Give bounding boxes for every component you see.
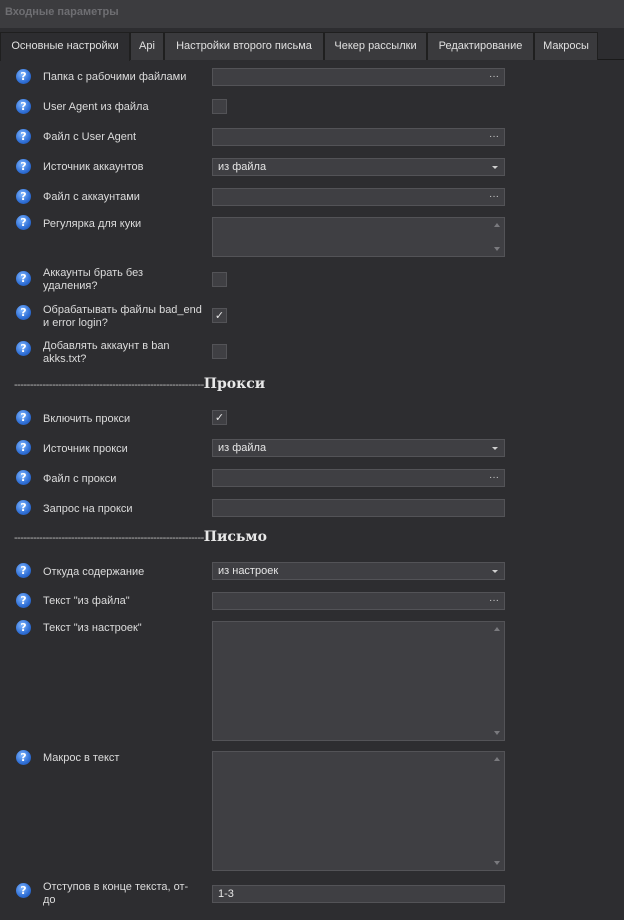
proxy-source-select[interactable]: из файла: [212, 439, 505, 457]
help-icon[interactable]: ?: [16, 620, 31, 635]
section-divider: ----------------------------------------…: [14, 532, 204, 544]
help-icon[interactable]: ?: [16, 750, 31, 765]
accounts-file-label: Файл с аккаунтами: [43, 191, 140, 203]
tab-api[interactable]: Api: [130, 32, 164, 60]
tab-editing[interactable]: Редактирование: [427, 32, 534, 60]
macro-in-text-label: Макрос в текст: [43, 752, 120, 764]
help-icon[interactable]: ?: [16, 500, 31, 515]
content-source-label: Откуда содержание: [43, 566, 145, 578]
help-icon[interactable]: ?: [16, 410, 31, 425]
tab-macros[interactable]: Макросы: [534, 32, 598, 60]
help-icon[interactable]: ?: [16, 159, 31, 174]
cookie-regex-textarea[interactable]: [212, 217, 505, 257]
work-folder-label: Папка с рабочими файлами: [43, 71, 187, 83]
tab-bar: Основные настройки Api Настройки второго…: [0, 32, 624, 61]
accounts-no-delete-checkbox[interactable]: [212, 272, 227, 287]
ua-file-input[interactable]: ···: [212, 128, 505, 146]
proxy-section-header: ----------------------------------------…: [14, 376, 614, 392]
help-icon[interactable]: ?: [16, 189, 31, 204]
scroll-down-icon[interactable]: [494, 247, 500, 251]
scroll-up-icon[interactable]: [494, 223, 500, 227]
proxy-file-input[interactable]: ···: [212, 469, 505, 487]
macro-in-text-textarea[interactable]: [212, 751, 505, 871]
proxy-request-label: Запрос на прокси: [43, 503, 133, 515]
accounts-no-delete-label: Аккаунты брать без удаления?: [43, 267, 143, 292]
add-to-ban-label: Добавлять аккаунт в ban akks.txt?: [43, 340, 170, 365]
help-icon[interactable]: ?: [16, 99, 31, 114]
text-from-file-input[interactable]: ···: [212, 592, 505, 610]
content-source-value: из настроек: [218, 565, 279, 577]
window-title: Входные параметры: [0, 0, 624, 28]
proxy-source-value: из файла: [218, 442, 267, 454]
accounts-source-value: из файла: [218, 161, 267, 173]
help-icon[interactable]: ?: [16, 341, 31, 356]
browse-button[interactable]: ···: [489, 69, 499, 85]
help-icon[interactable]: ?: [16, 563, 31, 578]
letter-section-title: Письмо: [203, 529, 267, 545]
proxy-file-label: Файл с прокси: [43, 473, 117, 485]
help-icon[interactable]: ?: [16, 129, 31, 144]
proxy-source-label: Источник прокси: [43, 443, 128, 455]
help-icon[interactable]: ?: [16, 440, 31, 455]
enable-proxy-label: Включить прокси: [43, 413, 131, 425]
tab-main-settings[interactable]: Основные настройки: [0, 32, 130, 61]
enable-proxy-checkbox[interactable]: ✓: [212, 410, 227, 425]
help-icon[interactable]: ?: [16, 69, 31, 84]
help-icon[interactable]: ?: [16, 215, 31, 230]
tab-mailing-checker[interactable]: Чекер рассылки: [324, 32, 427, 60]
text-from-settings-label: Текст "из настроек": [43, 622, 142, 634]
browse-button[interactable]: ···: [489, 470, 499, 486]
section-divider: ----------------------------------------…: [14, 379, 204, 391]
scroll-up-icon[interactable]: [494, 757, 500, 761]
help-icon[interactable]: ?: [16, 271, 31, 286]
help-icon[interactable]: ?: [16, 470, 31, 485]
chevron-down-icon: [492, 166, 498, 169]
ua-from-file-checkbox[interactable]: [212, 99, 227, 114]
scrollbar[interactable]: [490, 218, 504, 256]
add-to-ban-checkbox[interactable]: [212, 344, 227, 359]
scroll-up-icon[interactable]: [494, 627, 500, 631]
settings-panel: ? Папка с рабочими файлами ··· ? User Ag…: [0, 60, 624, 920]
content-source-select[interactable]: из настроек: [212, 562, 505, 580]
cookie-regex-label: Регулярка для куки: [43, 218, 142, 230]
browse-button[interactable]: ···: [489, 593, 499, 609]
process-bad-files-label: Обрабатывать файлы bad_end и error login…: [43, 304, 202, 329]
work-folder-input[interactable]: ···: [212, 68, 505, 86]
end-indents-label: Отступов в конце текста, от-до: [43, 881, 189, 906]
scrollbar[interactable]: [490, 752, 504, 870]
help-icon[interactable]: ?: [16, 305, 31, 320]
browse-button[interactable]: ···: [489, 189, 499, 205]
text-from-settings-textarea[interactable]: [212, 621, 505, 741]
help-icon[interactable]: ?: [16, 593, 31, 608]
accounts-source-label: Источник аккаунтов: [43, 161, 144, 173]
chevron-down-icon: [492, 447, 498, 450]
end-indents-input[interactable]: 1-3: [212, 885, 505, 903]
accounts-source-select[interactable]: из файла: [212, 158, 505, 176]
tab-second-letter-settings[interactable]: Настройки второго письма: [164, 32, 324, 60]
proxy-request-input[interactable]: [212, 499, 505, 517]
accounts-file-input[interactable]: ···: [212, 188, 505, 206]
proxy-section-title: Прокси: [203, 376, 266, 392]
text-from-file-label: Текст "из файла": [43, 595, 130, 607]
scroll-down-icon[interactable]: [494, 861, 500, 865]
chevron-down-icon: [492, 570, 498, 573]
scrollbar[interactable]: [490, 622, 504, 740]
browse-button[interactable]: ···: [489, 129, 499, 145]
ua-from-file-label: User Agent из файла: [43, 101, 149, 113]
help-icon[interactable]: ?: [16, 883, 31, 898]
process-bad-files-checkbox[interactable]: ✓: [212, 308, 227, 323]
ua-file-label: Файл с User Agent: [43, 131, 137, 143]
letter-section-header: ----------------------------------------…: [14, 529, 614, 545]
scroll-down-icon[interactable]: [494, 731, 500, 735]
